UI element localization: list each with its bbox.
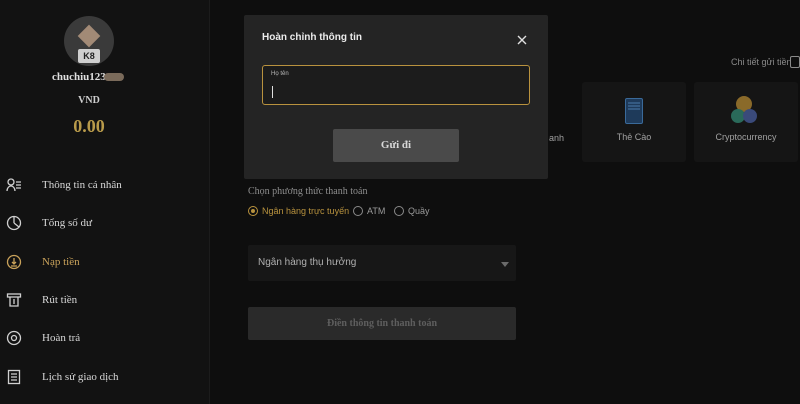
select-placeholder: Ngân hàng thụ hưởng xyxy=(258,257,357,268)
sidebar-item-refund[interactable]: Hoàn trả xyxy=(0,323,210,353)
radio-counter[interactable]: Quầy xyxy=(394,206,430,216)
document-icon[interactable] xyxy=(790,56,800,68)
sidebar: K8 chuchiu123 VND 0.00 Thông tin cá nhân… xyxy=(0,0,210,404)
crypto-coins-icon xyxy=(731,96,757,123)
balance-value: 0.00 xyxy=(73,116,105,136)
field-label: Họ tên xyxy=(271,71,289,77)
beneficiary-bank-select[interactable]: Ngân hàng thụ hưởng xyxy=(248,245,516,281)
sidebar-item-label: Thông tin cá nhân xyxy=(42,179,122,191)
fill-payment-info-button[interactable]: Điền thông tin thanh toán xyxy=(248,307,516,340)
sidebar-item-label: Nạp tiền xyxy=(42,256,80,268)
withdraw-icon xyxy=(6,293,22,307)
method-card-scratch-card[interactable]: Thẻ Cào xyxy=(582,82,686,162)
username: chuchiu123 xyxy=(52,71,106,83)
card-icon xyxy=(625,98,643,124)
chevron-down-icon xyxy=(501,262,509,267)
sidebar-item-label: Hoàn trả xyxy=(42,332,81,344)
refund-icon xyxy=(6,330,22,346)
history-icon xyxy=(7,369,21,385)
user-list-icon xyxy=(6,178,21,192)
pie-chart-icon xyxy=(6,215,22,231)
user-tag-icon xyxy=(104,73,124,81)
sidebar-item-profile[interactable]: Thông tin cá nhân xyxy=(0,170,210,200)
sidebar-item-label: Rút tiền xyxy=(42,294,78,306)
method-label: Cryptocurrency xyxy=(715,132,777,142)
modal-title: Hoàn chỉnh thông tin xyxy=(262,32,362,43)
full-name-field[interactable]: Họ tên xyxy=(262,65,530,105)
sidebar-item-label: Tổng số dư xyxy=(42,217,92,229)
radio-atm[interactable]: ATM xyxy=(353,206,385,216)
text-cursor xyxy=(272,86,273,98)
method-card-cryptocurrency[interactable]: Cryptocurrency xyxy=(694,82,798,162)
currency-label: VND xyxy=(78,95,100,106)
full-name-input[interactable] xyxy=(269,83,519,101)
sidebar-item-deposit[interactable]: Nạp tiền xyxy=(0,247,210,277)
choose-method-label: Chọn phương thức thanh toán xyxy=(248,186,368,197)
submit-button[interactable]: Gửi đi xyxy=(333,129,459,162)
method-label-partial: anh xyxy=(549,133,565,143)
deposit-icon xyxy=(6,254,22,270)
radio-online-banking[interactable]: Ngân hàng trực tuyến xyxy=(248,206,349,216)
sidebar-item-label: Lịch sử giao dịch xyxy=(42,371,119,383)
radio-button[interactable] xyxy=(353,206,363,216)
radio-button[interactable] xyxy=(248,206,258,216)
radio-label: Quầy xyxy=(408,206,430,216)
sidebar-item-history[interactable]: Lịch sử giao dịch xyxy=(0,362,210,392)
avatar-diamond-icon xyxy=(77,24,101,48)
close-icon[interactable] xyxy=(515,33,529,47)
method-label: Thẻ Cào xyxy=(616,132,652,142)
radio-label: Ngân hàng trực tuyến xyxy=(262,206,350,216)
complete-info-modal: Hoàn chỉnh thông tin Họ tên Gửi đi xyxy=(244,15,548,179)
radio-button[interactable] xyxy=(394,206,404,216)
vip-level-badge: K8 xyxy=(78,49,100,63)
deposit-details-link[interactable]: Chi tiết gửi tiền xyxy=(731,57,792,67)
radio-label: ATM xyxy=(367,206,386,216)
avatar: K8 xyxy=(64,16,114,66)
sidebar-item-withdraw[interactable]: Rút tiền xyxy=(0,285,210,315)
sidebar-item-total-balance[interactable]: Tổng số dư xyxy=(0,208,210,238)
